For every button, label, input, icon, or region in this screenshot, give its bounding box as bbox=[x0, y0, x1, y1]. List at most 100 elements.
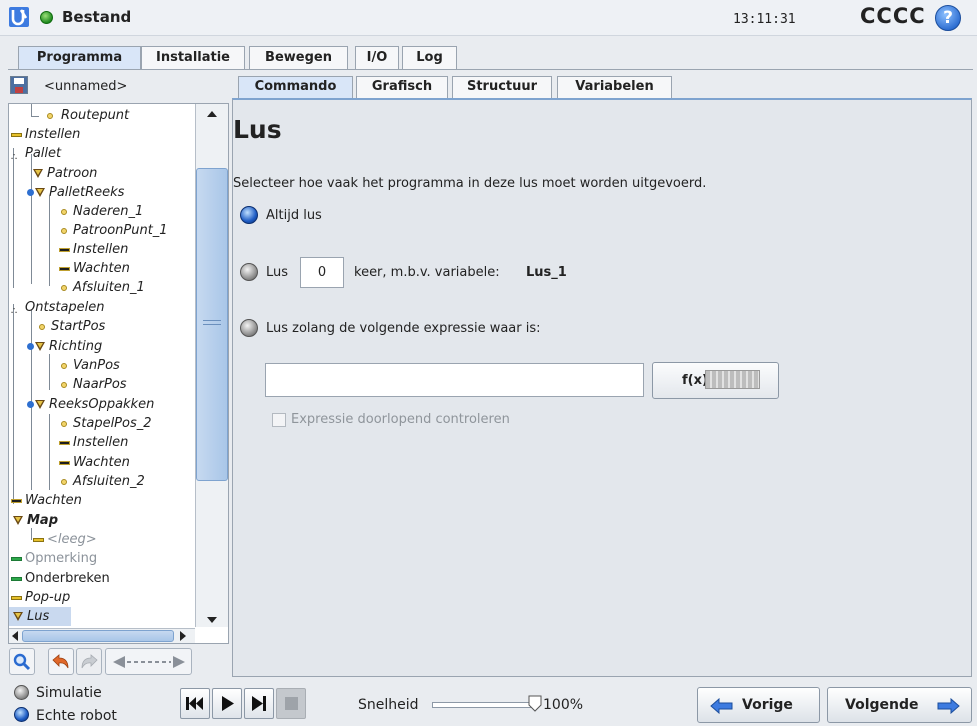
tab-programma[interactable]: Programma bbox=[18, 46, 141, 70]
tree-item-startpos[interactable]: StartPos bbox=[9, 317, 199, 336]
keyboard-icon bbox=[705, 370, 760, 389]
radio-always-loop[interactable] bbox=[240, 206, 258, 224]
tree-item-naderen-1[interactable]: Naderen_1 bbox=[9, 202, 199, 221]
tree-item-opmerking[interactable]: Opmerking bbox=[9, 549, 199, 568]
radio-count-loop[interactable] bbox=[240, 263, 258, 281]
arrow-right-icon bbox=[937, 698, 960, 714]
loop-count-input[interactable]: 0 bbox=[300, 257, 344, 288]
scroll-right-icon[interactable] bbox=[180, 631, 186, 641]
folder-icon bbox=[33, 169, 43, 178]
tree-item-instellen[interactable]: Instellen bbox=[9, 125, 199, 144]
previous-button[interactable]: Vorige bbox=[697, 687, 820, 723]
rewind-icon bbox=[186, 697, 203, 710]
tree-item-patroonpunt-1[interactable]: PatroonPunt_1 bbox=[9, 221, 199, 240]
tab-installatie[interactable]: Installatie bbox=[141, 46, 245, 69]
top-bar bbox=[0, 0, 977, 36]
tab-log[interactable]: Log bbox=[402, 46, 457, 69]
redo-icon bbox=[81, 654, 98, 669]
tree-item-lus[interactable]: Lus bbox=[9, 607, 71, 626]
expression-input[interactable] bbox=[265, 363, 644, 397]
tree-item-map[interactable]: Map bbox=[9, 511, 199, 530]
tree-item-richting[interactable]: Richting bbox=[9, 337, 199, 356]
tree-item-wachten[interactable]: Wachten bbox=[9, 259, 199, 278]
search-button[interactable] bbox=[9, 648, 35, 675]
speed-slider-thumb[interactable] bbox=[528, 695, 542, 712]
speed-value: 100% bbox=[543, 697, 584, 713]
program-name: <unnamed> bbox=[44, 79, 128, 94]
next-button[interactable]: Volgende bbox=[827, 687, 972, 723]
tab-grafisch[interactable]: Grafisch bbox=[356, 76, 448, 98]
save-program-icon[interactable] bbox=[10, 76, 28, 94]
expand-icon[interactable] bbox=[27, 401, 34, 408]
move-arrows-icon bbox=[112, 656, 185, 668]
tree-hscroll-thumb[interactable] bbox=[22, 630, 174, 642]
radio-simulation[interactable] bbox=[14, 685, 29, 700]
tree-item-palletreeks[interactable]: PalletReeks bbox=[9, 183, 199, 202]
tree-item-wachten-3[interactable]: Wachten bbox=[9, 491, 199, 510]
tab-variabelen[interactable]: Variabelen bbox=[557, 76, 672, 98]
tree-item-naarpos[interactable]: NaarPos bbox=[9, 375, 199, 394]
tree-item-routepunt[interactable]: Routepunt bbox=[9, 106, 199, 125]
speed-slider[interactable] bbox=[432, 702, 532, 708]
radio-expression-loop[interactable] bbox=[240, 319, 258, 337]
scroll-left-icon[interactable] bbox=[12, 631, 18, 641]
file-menu[interactable]: Bestand bbox=[62, 8, 131, 26]
folder-icon bbox=[13, 516, 23, 525]
empty-icon bbox=[33, 538, 44, 542]
waypoint-icon bbox=[61, 479, 67, 485]
scroll-up-icon[interactable] bbox=[207, 111, 217, 117]
set-icon bbox=[11, 133, 22, 137]
tree-item-ontstapelen[interactable]: ∴ Ontstapelen bbox=[9, 298, 199, 317]
tree-item-instellen-2[interactable]: Instellen bbox=[9, 240, 199, 259]
simulation-label: Simulatie bbox=[36, 685, 102, 701]
tab-io[interactable]: I/O bbox=[355, 46, 399, 69]
move-node-button[interactable] bbox=[105, 648, 192, 675]
rewind-button[interactable] bbox=[180, 688, 210, 719]
waypoint-icon bbox=[61, 285, 67, 291]
expand-icon[interactable] bbox=[27, 343, 34, 350]
step-button[interactable] bbox=[244, 688, 274, 719]
radio-real-robot[interactable] bbox=[14, 707, 29, 722]
waypoint-icon bbox=[39, 324, 45, 330]
tree-item-instellen-3[interactable]: Instellen bbox=[9, 433, 199, 452]
tree-item-wachten-2[interactable]: Wachten bbox=[9, 453, 199, 472]
wait-icon bbox=[11, 499, 22, 503]
set-icon bbox=[59, 441, 70, 445]
undo-button[interactable] bbox=[48, 648, 74, 675]
play-button[interactable] bbox=[212, 688, 242, 719]
folder-icon bbox=[35, 188, 45, 197]
help-icon[interactable]: ? bbox=[935, 5, 961, 31]
scroll-grip-icon bbox=[203, 320, 221, 325]
tree-item-onderbreken[interactable]: Onderbreken bbox=[9, 569, 199, 588]
tree-item-afsluiten-1[interactable]: Afsluiten_1 bbox=[9, 278, 199, 297]
search-icon bbox=[13, 653, 31, 671]
waypoint-icon bbox=[61, 382, 67, 388]
status-dot-icon bbox=[40, 11, 53, 24]
tree-item-patroon[interactable]: Patroon bbox=[9, 164, 199, 183]
stop-button[interactable] bbox=[276, 688, 306, 719]
scroll-down-icon[interactable] bbox=[207, 617, 217, 623]
tree-item-stapelpos-2[interactable]: StapelPos_2 bbox=[9, 414, 199, 433]
option-expression-label: Lus zolang de volgende expressie waar is… bbox=[266, 321, 541, 336]
tab-bewegen[interactable]: Bewegen bbox=[249, 46, 348, 69]
redo-button[interactable] bbox=[76, 648, 102, 675]
option-count-label: Lus bbox=[266, 265, 289, 280]
tab-commando[interactable]: Commando bbox=[238, 76, 353, 99]
expand-icon[interactable] bbox=[27, 189, 34, 196]
stop-icon bbox=[285, 697, 298, 710]
tree-item-popup[interactable]: Pop-up bbox=[9, 588, 199, 607]
halt-icon bbox=[11, 577, 22, 581]
set-icon bbox=[59, 248, 70, 252]
tree-item-leeg[interactable]: <leeg> bbox=[9, 530, 199, 549]
tree-item-reeksoppakken[interactable]: ReeksOppakken bbox=[9, 395, 199, 414]
tree-item-vanpos[interactable]: VanPos bbox=[9, 356, 199, 375]
page-title: Lus bbox=[233, 115, 282, 144]
continuous-check-checkbox[interactable] bbox=[272, 413, 286, 427]
loop-icon bbox=[13, 612, 23, 621]
tab-structuur[interactable]: Structuur bbox=[452, 76, 552, 98]
folder-icon bbox=[35, 342, 45, 351]
option-count-suffix: keer, m.b.v. variabele: bbox=[354, 265, 500, 280]
tree-item-afsluiten-2[interactable]: Afsluiten_2 bbox=[9, 472, 199, 491]
tree-item-pallet[interactable]: ∴ Pallet bbox=[9, 144, 199, 163]
continuous-check-label: Expressie doorlopend controleren bbox=[291, 412, 510, 427]
